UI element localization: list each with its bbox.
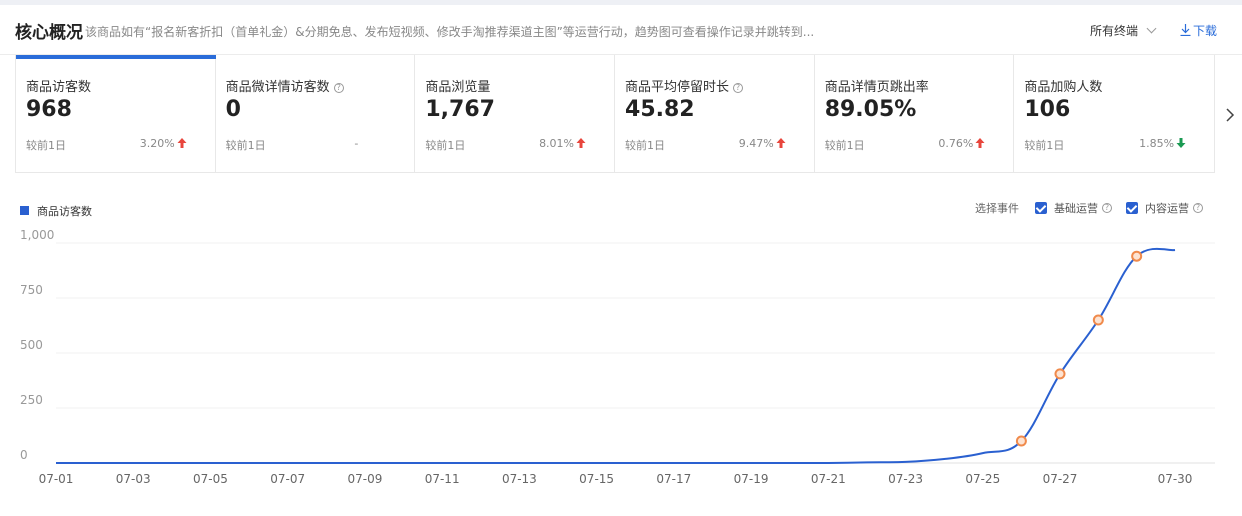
page-description: 该商品如有“报名新客折扣（首单礼金）&分期免息、发布短视频、修改手淘推荐渠道主图… [85,25,815,39]
metric-value: 1,767 [425,97,495,122]
x-tick-label: 07-21 [811,472,846,486]
metric-change-pct: 3.20% [139,137,175,150]
chevron-right-icon[interactable] [1225,108,1235,122]
arrow-up-icon [975,138,985,148]
y-tick-label: 750 [20,283,43,297]
metric-card[interactable]: 商品微详情访客数? 0 较前1日 - [216,55,416,173]
x-tick-label: 07-27 [1043,472,1078,486]
metric-compare-label: 较前1日 [824,139,865,152]
metric-label-text: 商品详情页跳出率 [824,80,929,95]
metric-compare-label: 较前1日 [625,139,666,152]
metric-card[interactable]: 商品浏览量 1,767 较前1日 8.01% [415,55,616,173]
series-line-visitors [56,247,1176,464]
metric-label-text: 商品加购人数 [1024,80,1103,95]
x-tick-label: 07-25 [965,472,1000,486]
legend-label: 商品访客数 [37,205,92,218]
arrow-up-icon [776,138,786,148]
download-icon [1180,24,1191,36]
x-tick-label: 07-17 [656,472,691,486]
metric-change-pct: - [354,137,359,150]
core-overview-header: 核心概况 该商品如有“报名新客折扣（首单礼金）&分期免息、发布短视频、修改手淘推… [0,5,1242,55]
help-icon[interactable]: ? [333,83,344,93]
metric-card[interactable]: 商品加购人数 106 较前1日 1.85% [1014,55,1214,173]
y-tick-label: 0 [20,448,28,462]
metric-change-pct: 8.01% [539,137,575,150]
event-selector-label: 选择事件 [975,202,1019,215]
x-tick-label: 07-30 [1158,472,1193,486]
help-icon[interactable]: ? [1102,203,1112,213]
x-tick-label: 07-13 [502,472,537,486]
event-marker[interactable] [1054,368,1066,380]
metric-compare-label: 较前1日 [26,139,66,152]
y-tick-label: 1,000 [20,228,54,242]
legend-swatch [20,206,29,215]
x-tick-label: 07-19 [734,472,769,486]
arrow-down-icon [1176,138,1186,148]
terminal-select-value: 所有终端 [1090,24,1139,38]
metric-label: 商品平均停留时长? [625,76,744,95]
event-marker[interactable] [1015,435,1027,447]
metric-label: 商品访客数 [26,76,91,95]
page-title: 核心概况 [15,23,83,43]
x-tick-label: 07-05 [193,472,228,486]
download-button[interactable]: 下载 [1180,22,1217,39]
y-tick-label: 250 [20,393,43,407]
x-tick-label: 07-23 [888,472,923,486]
help-icon[interactable]: ? [1193,203,1203,213]
event-checkbox-basic[interactable]: 基础运营 ? [1035,200,1112,216]
metric-label: 商品微详情访客数? [226,76,344,95]
checkbox-checked-icon [1126,202,1138,214]
metric-cards: 商品访客数 968 较前1日 3.20% 商品微详情访客数? 0 较前1日 - 商品浏览量 1,7… [15,55,1215,173]
metric-label-text: 商品访客数 [26,80,92,95]
metric-label-text: 商品平均停留时长 [625,80,730,95]
metric-card[interactable]: 商品平均停留时长? 45.82 较前1日 9.47% [615,55,815,173]
y-tick-label: 500 [20,338,43,352]
metric-value: 0 [225,97,241,122]
metric-value: 89.05% [824,97,917,122]
chart-legend[interactable]: 商品访客数 [20,203,92,219]
x-tick-label: 07-11 [425,472,460,486]
arrow-up-icon [177,138,187,148]
metric-change-pct: 9.47% [738,137,774,150]
metric-card[interactable]: 商品详情页跳出率 89.05% 较前1日 0.76% [815,55,1015,173]
event-marker[interactable] [1092,314,1104,326]
metric-change-pct: 1.85% [1139,137,1175,150]
metric-value: 45.82 [625,97,695,122]
x-tick-label: 07-15 [579,472,614,486]
metric-change-pct: 0.76% [938,137,974,150]
metric-compare-label: 较前1日 [1024,139,1065,152]
metric-card[interactable]: 商品访客数 968 较前1日 3.20% [16,55,216,173]
event-checkbox-label: 内容运营 [1145,202,1189,215]
event-checkbox-content[interactable]: 内容运营 ? [1126,200,1203,216]
download-label: 下载 [1193,24,1218,38]
x-tick-label: 07-07 [270,472,305,486]
metric-value: 968 [26,97,72,122]
event-marker[interactable] [1131,250,1143,262]
event-selector: 选择事件 基础运营 ? 内容运营 ? [975,200,1203,216]
metric-compare-label: 较前1日 [425,139,466,152]
metric-label-text: 商品浏览量 [425,80,491,95]
x-tick-label: 07-03 [116,472,151,486]
metric-label: 商品浏览量 [425,76,490,95]
x-tick-label: 07-01 [39,472,74,486]
checkbox-checked-icon [1035,202,1047,214]
metric-label-text: 商品微详情访客数 [225,80,330,95]
chevron-down-icon [1146,23,1157,34]
metric-value: 106 [1024,97,1071,122]
arrow-up-icon [576,138,586,148]
x-tick-label: 07-09 [347,472,382,486]
visitor-trend-chart: 0 250 500 750 1,000 07-01 07-03 07-05 07-07 07-09… [20,228,1215,486]
event-checkbox-label: 基础运营 [1054,202,1098,215]
metric-compare-label: 较前1日 [225,139,266,152]
terminal-select[interactable]: 所有终端 [1090,22,1157,39]
metric-label: 商品加购人数 [1024,76,1102,95]
metric-label: 商品详情页跳出率 [825,76,929,95]
help-icon[interactable]: ? [733,83,744,93]
